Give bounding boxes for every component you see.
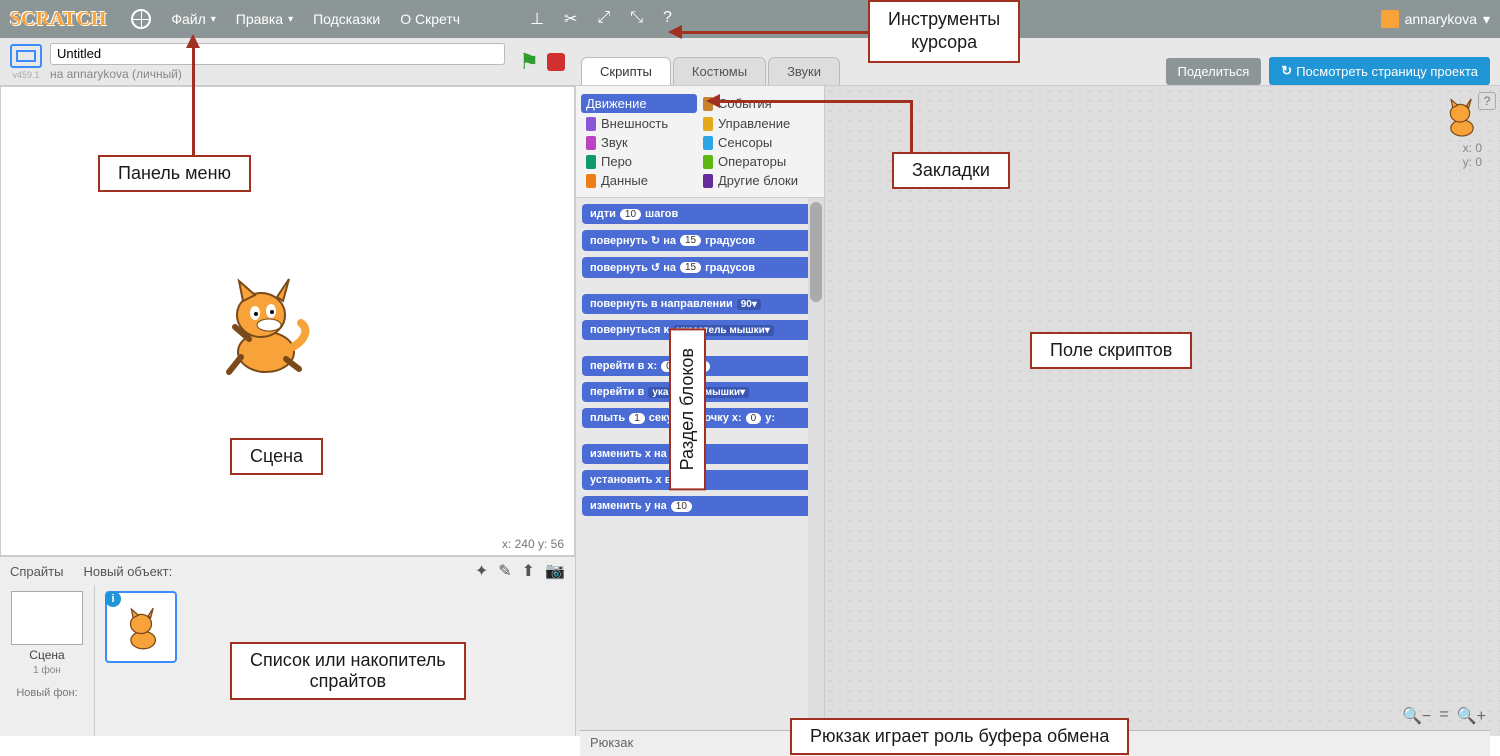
zoom-reset-icon[interactable]: = [1439, 706, 1448, 726]
arrowhead-menu [186, 34, 200, 48]
paint-sprite-icon[interactable]: ✎ [498, 561, 511, 581]
shrink-icon[interactable]: ⤡ [630, 9, 643, 29]
choose-sprite-icon[interactable]: ✦ [475, 561, 488, 581]
stage-thumbnail-box: Сцена 1 фон Новый фон: [0, 585, 95, 736]
chevron-down-icon: ▾ [1483, 11, 1490, 28]
version-label: v459.1 [12, 70, 39, 80]
menu-tips[interactable]: Подсказки [313, 11, 380, 27]
username-label: annarykova [1405, 11, 1477, 27]
callout-menu: Панель меню [98, 155, 251, 192]
cat-operators[interactable]: Операторы [703, 153, 814, 170]
callout-blocks: Раздел блоков [669, 328, 706, 490]
avatar-icon [1381, 10, 1399, 28]
arrowhead-tools [668, 25, 682, 39]
zoom-in-icon[interactable]: 🔍+ [1457, 706, 1486, 726]
menu-file[interactable]: Файл [171, 11, 215, 27]
menu-about[interactable]: О Скретч [400, 11, 460, 27]
palette-scrollbar[interactable] [808, 198, 824, 736]
share-button[interactable]: Поделиться [1166, 58, 1262, 85]
cat-looks[interactable]: Внешность [586, 115, 697, 132]
stage-label: Сцена [29, 648, 64, 662]
fullscreen-icon[interactable] [10, 44, 42, 68]
sprite-y: y: 0 [1438, 155, 1482, 169]
callout-tabs: Закладки [892, 152, 1010, 189]
callout-tools: Инструменты курсора [868, 0, 1020, 63]
block-point-dir[interactable]: повернуть в направлении90▾ [582, 294, 818, 314]
callout-scripts: Поле скриптов [1030, 332, 1192, 369]
camera-sprite-icon[interactable]: 📷 [545, 561, 565, 581]
cat-sound[interactable]: Звук [586, 134, 697, 151]
sprite-thumbnail[interactable]: i [105, 591, 177, 663]
sprite-x: x: 0 [1438, 141, 1482, 155]
header-row: v459.1 на annarykova (личный) ⚑ Скрипты … [0, 38, 1500, 86]
block-turn-ccw[interactable]: повернуть ↺ на15градусов [582, 257, 818, 278]
block-turn-cw[interactable]: повернуть ↻ на15градусов [582, 230, 818, 251]
stage-coords: x: 240 y: 56 [502, 537, 564, 551]
new-object-label: Новый объект: [83, 564, 172, 579]
zoom-out-icon[interactable]: 🔍− [1402, 706, 1431, 726]
stage-thumbnail[interactable] [11, 591, 83, 645]
sprite-info-icon[interactable]: i [105, 591, 121, 607]
stage-area[interactable]: x: 240 y: 56 [0, 86, 575, 556]
sprites-header: Спрайты [10, 564, 63, 579]
cat-more[interactable]: Другие блоки [703, 172, 814, 189]
project-title-input[interactable] [50, 43, 505, 65]
arrow-menu [192, 46, 195, 156]
menu-edit[interactable]: Правка [236, 11, 293, 27]
arrow-tabs-v [910, 100, 913, 154]
cat-motion[interactable]: Движение [581, 94, 697, 113]
view-project-button[interactable]: Посмотреть страницу проекта [1269, 57, 1490, 85]
tab-costumes[interactable]: Костюмы [673, 57, 766, 85]
cat-sensing[interactable]: Сенсоры [703, 134, 814, 151]
user-menu[interactable]: annarykova ▾ [1381, 10, 1490, 28]
arrow-tabs-h [718, 100, 913, 103]
cat-data[interactable]: Данные [586, 172, 697, 189]
upload-sprite-icon[interactable]: ⬆ [522, 561, 535, 581]
block-change-y[interactable]: изменить y на10 [582, 496, 818, 516]
stamp-icon[interactable]: ⊥ [530, 9, 544, 29]
globe-icon[interactable] [131, 9, 151, 29]
stop-icon[interactable] [547, 53, 565, 71]
callout-stage: Сцена [230, 438, 323, 475]
new-backdrop-label: Новый фон: [16, 687, 77, 699]
arrow-tools [680, 31, 870, 34]
stage-backdrop-count: 1 фон [33, 665, 61, 676]
tab-sounds[interactable]: Звуки [768, 57, 840, 85]
arrowhead-tabs [706, 94, 720, 108]
tab-scripts[interactable]: Скрипты [581, 57, 671, 85]
sprite-info-corner: x: 0 y: 0 [1438, 94, 1482, 169]
block-move[interactable]: идти10шагов [582, 204, 818, 224]
editor-tabs: Скрипты Костюмы Звуки Поделиться Посмотр… [575, 38, 1500, 85]
project-byline: на annarykova (личный) [50, 67, 505, 81]
duplicate-icon[interactable]: ✂ [564, 9, 577, 29]
cat-pen[interactable]: Перо [586, 153, 697, 170]
cat-control[interactable]: Управление [703, 115, 814, 132]
zoom-controls: 🔍− = 🔍+ [1402, 706, 1486, 726]
callout-backpack: Рюкзак играет роль буфера обмена [790, 718, 1129, 755]
cat-sprite[interactable] [211, 267, 311, 382]
scratch-logo[interactable]: SCRATCH [10, 8, 106, 31]
cursor-tools: ⊥ ✂ ⤢ ⤡ ? [530, 9, 672, 29]
grow-icon[interactable]: ⤢ [597, 9, 610, 29]
callout-sprites: Список или накопитель спрайтов [230, 642, 466, 700]
green-flag-icon[interactable]: ⚑ [519, 49, 539, 75]
